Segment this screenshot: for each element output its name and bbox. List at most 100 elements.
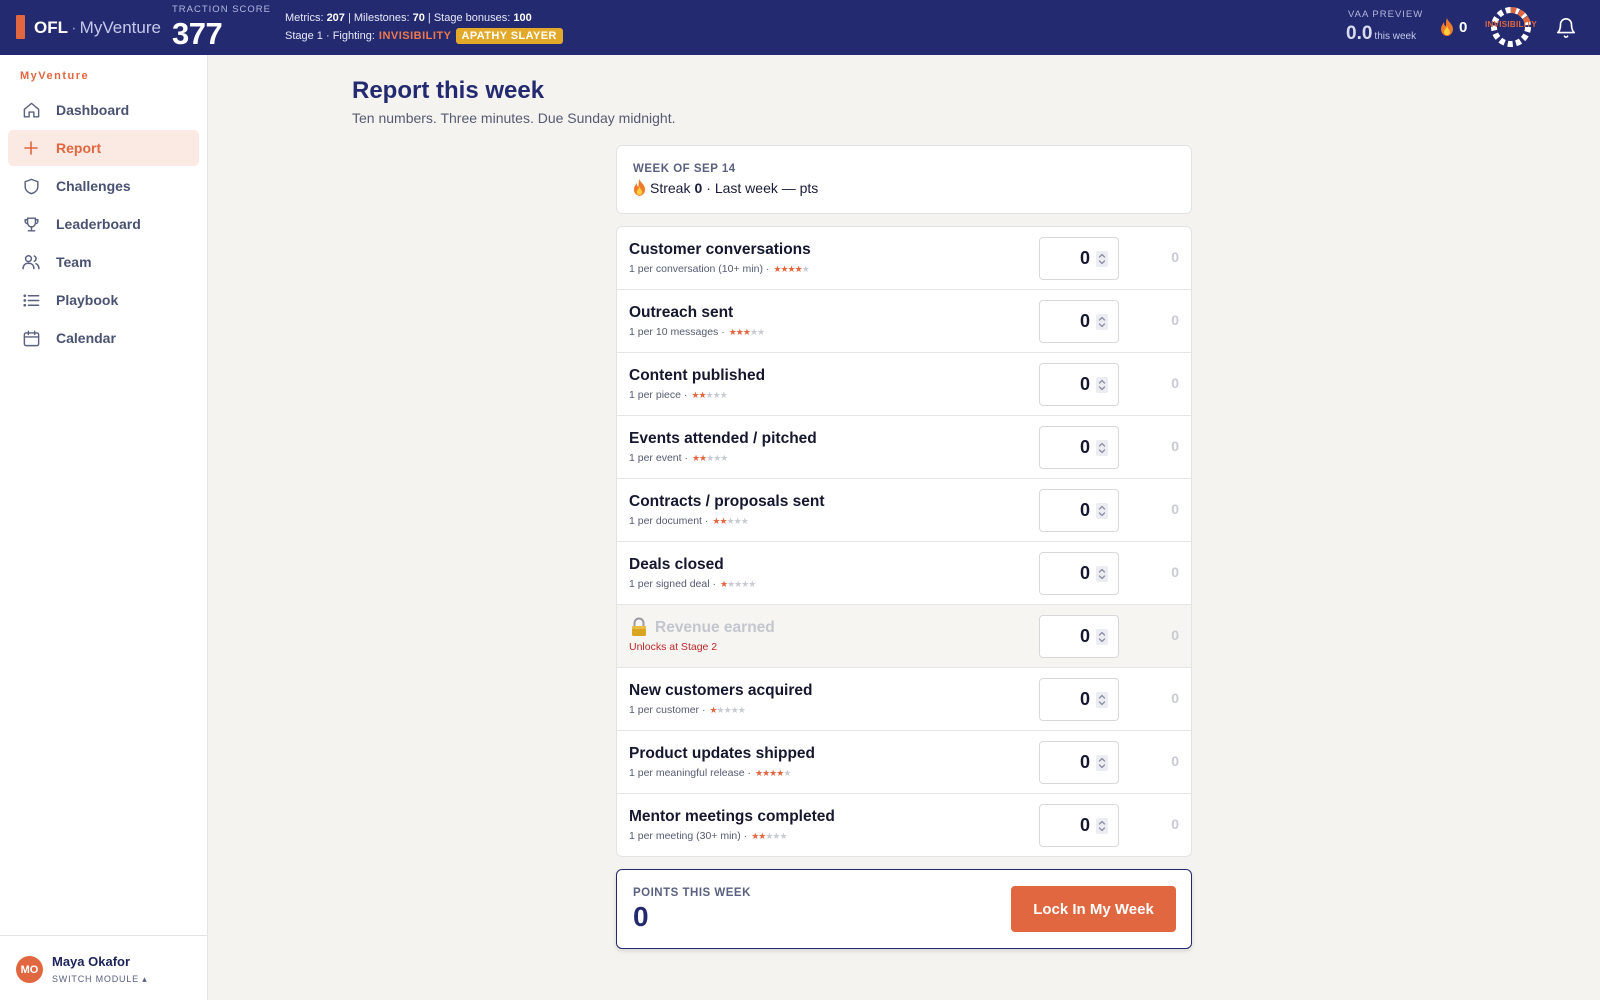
metric-rule-text: 1 per customer ·	[629, 704, 706, 716]
user-profile[interactable]: MO Maya Okafor SWITCH MODULE ▴	[0, 935, 207, 1000]
metrics-form: Customer conversations 1 per conversation…	[616, 226, 1192, 857]
metric-number-input[interactable]: 0	[1039, 804, 1119, 847]
metric-number-input[interactable]: 0	[1039, 615, 1119, 658]
metric-rule: Unlocks at Stage 2	[629, 641, 717, 653]
week-streak: Streak 0 · Last week — pts	[633, 179, 818, 196]
stepper-arrows-icon[interactable]	[1096, 755, 1108, 771]
metric-number-input[interactable]: 0	[1039, 678, 1119, 721]
sidebar-item-label: Dashboard	[56, 102, 130, 118]
bonuses-label: | Stage bonuses:	[427, 12, 511, 24]
metric-name: Content published	[629, 367, 766, 384]
metric-rule: 1 per piece · ★★★★★	[629, 389, 728, 401]
stepper-arrows-icon[interactable]	[1096, 377, 1108, 393]
sidebar-item-leaderboard[interactable]: Leaderboard	[8, 206, 199, 242]
metric-input-value: 0	[1079, 374, 1090, 394]
points-summary-card: POINTS THIS WEEK 0 Lock In My Week	[616, 869, 1192, 949]
sidebar-item-dashboard[interactable]: Dashboard	[8, 92, 199, 128]
stepper-arrows-icon[interactable]	[1096, 566, 1108, 582]
sidebar-nav: Dashboard Report Challenges Leaderboard …	[8, 92, 199, 358]
metric-points: 0	[1171, 438, 1179, 454]
metric-name: Contracts / proposals sent	[629, 493, 825, 510]
metrics-label: Metrics:	[285, 12, 324, 24]
stepper-arrows-icon[interactable]	[1096, 692, 1108, 708]
sidebar-item-label: Report	[56, 140, 102, 156]
metric-number-input[interactable]: 0	[1039, 552, 1119, 595]
fire-icon	[633, 179, 646, 196]
streak-counter[interactable]: 0	[1440, 18, 1467, 36]
brand-mark	[16, 15, 25, 39]
metric-rule-text: Unlocks at Stage 2	[629, 641, 718, 653]
achievement-badge: APATHY SLAYER	[455, 28, 563, 44]
metric-name: New customers acquired	[629, 682, 813, 699]
metric-rule-text: 1 per meaningful release ·	[629, 767, 751, 779]
difficulty-stars-icon: ★★★★★	[691, 452, 728, 463]
stepper-arrows-icon[interactable]	[1096, 251, 1108, 267]
sidebar-item-report[interactable]: Report	[8, 130, 199, 166]
bell-icon[interactable]	[1555, 17, 1577, 39]
metric-number-input[interactable]: 0	[1039, 363, 1119, 406]
stage-line: Stage 1 · Fighting: INVISIBILITY APATHY …	[285, 28, 563, 44]
metric-name: Mentor meetings completed	[629, 808, 835, 825]
metric-rule-text: 1 per 10 messages ·	[629, 326, 725, 338]
metric-number-input[interactable]: 0	[1039, 741, 1119, 784]
home-icon	[21, 100, 41, 120]
metric-rule-text: 1 per meeting (30+ min) ·	[629, 830, 748, 842]
venture-name: MyVenture	[79, 18, 161, 37]
sidebar-item-calendar[interactable]: Calendar	[8, 320, 199, 356]
sidebar-item-label: Challenges	[56, 178, 131, 194]
metric-points: 0	[1171, 627, 1179, 643]
sidebar-item-challenges[interactable]: Challenges	[8, 168, 199, 204]
metric-name: Product updates shipped	[629, 745, 816, 762]
metric-rule-text: 1 per document ·	[629, 515, 709, 527]
brand-name: OFL	[34, 18, 68, 37]
sidebar-item-label: Team	[56, 254, 92, 270]
difficulty-stars-icon: ★★★★★	[712, 515, 748, 526]
switch-module-link[interactable]: SWITCH MODULE ▴	[52, 974, 148, 985]
fire-icon	[1441, 18, 1453, 36]
metric-name: Events attended / pitched	[629, 430, 817, 447]
users-icon	[21, 252, 41, 272]
stepper-arrows-icon[interactable]	[1096, 440, 1108, 456]
metric-row: Mentor meetings completed 1 per meeting (…	[617, 794, 1191, 856]
metric-name: Customer conversations	[629, 241, 811, 258]
metric-number-input[interactable]: 0	[1039, 489, 1119, 532]
stepper-arrows-icon[interactable]	[1096, 314, 1108, 330]
points-label: POINTS THIS WEEK	[633, 887, 751, 899]
list-icon	[21, 290, 41, 310]
stepper-arrows-icon[interactable]	[1096, 629, 1108, 645]
stepper-arrows-icon[interactable]	[1096, 503, 1108, 519]
metric-number-input[interactable]: 0	[1039, 426, 1119, 469]
sidebar-item-label: Calendar	[56, 330, 116, 346]
difficulty-stars-icon: ★★★★★	[773, 263, 809, 274]
stage-text: Stage 1 · Fighting:	[285, 30, 375, 42]
metric-points: 0	[1171, 375, 1179, 391]
plus-icon	[21, 138, 41, 158]
metric-row: Deals closed 1 per signed deal · ★★★★★ 0 0	[617, 542, 1191, 605]
metric-number-input[interactable]: 0	[1039, 237, 1119, 280]
metric-rule: 1 per event · ★★★★★	[629, 452, 728, 464]
sidebar-item-label: Playbook	[56, 292, 119, 308]
metric-rule-text: 1 per signed deal ·	[629, 578, 716, 590]
vaa-number: 0.0	[1346, 23, 1373, 44]
metric-row: Revenue earned Unlocks at Stage 2 0 0	[617, 605, 1191, 668]
difficulty-stars-icon: ★★★★★	[755, 767, 791, 778]
metric-number-input[interactable]: 0	[1039, 300, 1119, 343]
metric-points: 0	[1171, 816, 1179, 832]
sidebar-item-playbook[interactable]: Playbook	[8, 282, 199, 318]
metric-input-value: 0	[1079, 500, 1090, 520]
metric-row: Customer conversations 1 per conversation…	[617, 227, 1191, 290]
app-brand[interactable]: OFL · MyVenture	[34, 18, 161, 38]
metric-rule-text: 1 per conversation (10+ min) ·	[629, 263, 770, 275]
metric-points: 0	[1171, 312, 1179, 328]
metric-input-value: 0	[1079, 311, 1090, 331]
sidebar-item-team[interactable]: Team	[8, 244, 199, 280]
difficulty-stars-icon: ★★★★★	[728, 326, 765, 337]
metric-rule-text: 1 per piece ·	[629, 389, 688, 401]
points-value: 0	[633, 901, 649, 932]
shield-icon	[21, 176, 41, 196]
metric-points: 0	[1171, 753, 1179, 769]
metric-points: 0	[1171, 501, 1179, 517]
metric-row: Events attended / pitched 1 per event · ★★…	[617, 416, 1191, 479]
stepper-arrows-icon[interactable]	[1096, 818, 1108, 834]
lock-in-week-button[interactable]: Lock In My Week	[1011, 886, 1176, 932]
